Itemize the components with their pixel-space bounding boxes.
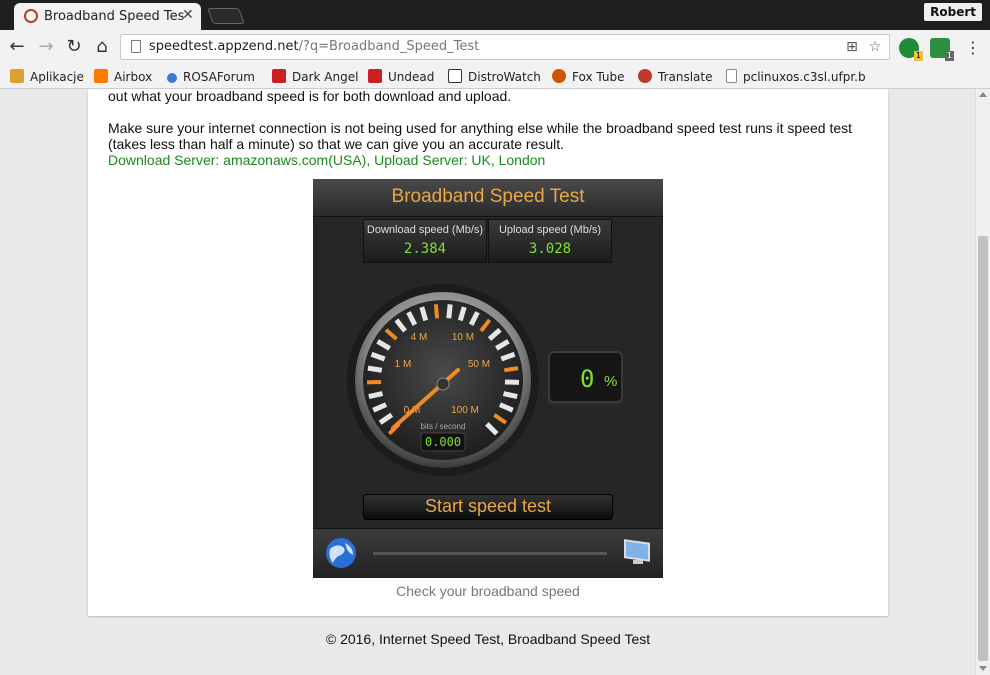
distrowatch-icon — [448, 69, 462, 83]
reload-icon[interactable]: ↻ — [63, 36, 85, 58]
transfer-track — [373, 552, 607, 555]
bookmark-distrowatch[interactable]: DistroWatch — [448, 68, 541, 86]
translate-icon — [638, 69, 652, 83]
gauge-label-4m: 4 M — [411, 332, 428, 343]
speed-gauge: 0 M 1 M 4 M 10 M 50 M 100 M bits / secon… — [347, 284, 623, 476]
progress-percent-value: 0 — [580, 365, 595, 393]
gauge-hub — [436, 377, 450, 391]
grammarly-extension-icon[interactable]: 1 — [899, 38, 923, 61]
browser-toolbar: ← → ↻ ⌂ speedtest.appzend.net/?q=Broadba… — [0, 30, 990, 64]
address-bar[interactable]: speedtest.appzend.net/?q=Broadband_Speed… — [120, 34, 890, 60]
more-menu-icon[interactable]: ⋮ — [965, 38, 981, 58]
bookmarks-bar: Aplikacje Airbox ROSAForum Dark Angel Un… — [0, 64, 990, 89]
browser-tab-active[interactable]: Broadband Speed Test ✕ — [14, 3, 201, 30]
content-card: out what your broadband speed is for bot… — [88, 88, 888, 616]
globe-icon — [326, 538, 356, 568]
server-info: Download Server: amazonaws.com(USA), Upl… — [108, 152, 546, 168]
favicon-icon — [24, 9, 38, 23]
url-text[interactable]: speedtest.appzend.net/?q=Broadband_Speed… — [149, 39, 479, 54]
gauge-label-50m: 50 M — [468, 359, 490, 370]
bookmark-airbox[interactable]: Airbox — [94, 68, 152, 86]
bookmark-fox-tube[interactable]: Fox Tube — [552, 68, 624, 86]
fox-icon — [552, 69, 566, 83]
gauge-label-10m: 10 M — [452, 332, 474, 343]
gauge-tick — [368, 391, 384, 400]
page-icon — [726, 69, 737, 83]
bookmark-translate[interactable]: Translate — [638, 68, 713, 86]
youtube-icon — [272, 69, 286, 83]
speed-test-widget: Broadband Speed Test Download speed (Mb/… — [313, 179, 663, 578]
bookmark-rosaforum[interactable]: ROSAForum — [167, 68, 255, 86]
close-tab-icon[interactable]: ✕ — [182, 8, 194, 22]
gauge-tick — [503, 366, 519, 373]
home-icon[interactable]: ⌂ — [91, 36, 113, 58]
bookmark-apps[interactable]: Aplikacje — [10, 68, 84, 86]
widget-caption: Check your broadband speed — [396, 583, 580, 599]
tab-title: Broadband Speed Test — [44, 9, 184, 24]
apps-grid-icon — [10, 69, 24, 83]
new-tab-button[interactable] — [207, 8, 245, 24]
gauge-tick — [502, 391, 518, 400]
scroll-thumb[interactable] — [978, 236, 988, 661]
rosa-icon — [167, 73, 177, 83]
bookmark-pclinuxos[interactable]: pclinuxos.c3sl.ufpr.b — [726, 68, 866, 86]
scroll-down-icon[interactable] — [979, 666, 987, 671]
start-speed-test-label: Start speed test — [424, 496, 552, 516]
page-info-icon[interactable] — [131, 40, 141, 53]
gauge-tick — [367, 365, 383, 373]
airbox-icon — [94, 69, 108, 83]
start-speed-test-button[interactable]: Start speed test — [363, 494, 613, 520]
gauge-label-100m: 100 M — [451, 405, 479, 416]
bookmark-star-icon[interactable]: ☆ — [866, 38, 884, 56]
progress-percent-box: 0 % — [548, 351, 623, 403]
tab-strip: Broadband Speed Test ✕ Robert — [0, 0, 990, 30]
gauge-tick — [446, 304, 453, 319]
instructions-text: Make sure your internet connection is no… — [108, 120, 853, 152]
forward-icon[interactable]: → — [35, 36, 57, 58]
shield-extension-icon[interactable]: 1 — [930, 38, 954, 61]
gauge-label-1m: 1 M — [395, 359, 412, 370]
page-footer: © 2016, Internet Speed Test, Broadband S… — [325, 631, 651, 647]
profile-button[interactable]: Robert — [924, 3, 982, 21]
gauge-tick — [433, 304, 440, 319]
translate-icon[interactable]: ⊞ — [843, 38, 861, 56]
computer-icon — [624, 539, 650, 564]
page-scrollbar[interactable] — [975, 89, 990, 675]
progress-percent-unit: % — [604, 373, 618, 390]
scroll-up-icon[interactable] — [979, 92, 987, 97]
gauge-unit: bits / second — [421, 422, 466, 431]
back-icon[interactable]: ← — [6, 36, 28, 58]
gauge-readout: 0.000 — [425, 435, 461, 449]
bookmark-undead[interactable]: Undead — [368, 68, 434, 86]
bookmark-dark-angel[interactable]: Dark Angel — [272, 68, 358, 86]
intro-text: out what your broadband speed is for bot… — [108, 88, 512, 104]
youtube-icon — [368, 69, 382, 83]
transfer-bar — [313, 528, 663, 578]
